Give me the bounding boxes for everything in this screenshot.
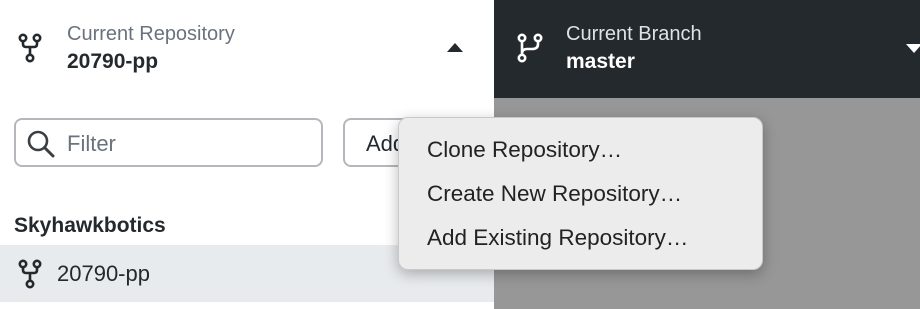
current-repository-toggle[interactable]: Current Repository 20790-pp (0, 0, 494, 98)
branch-caption: Current Branch (566, 23, 702, 45)
app-window: Current Repository 20790-pp Filter Add S… (0, 0, 920, 309)
branch-name: master (566, 50, 635, 73)
repository-name: 20790-pp (67, 50, 159, 73)
menu-item-add-existing-repository[interactable]: Add Existing Repository… (399, 218, 762, 258)
search-icon (27, 130, 55, 158)
git-branch-icon (517, 33, 543, 63)
repository-group-header: Skyhawkbotics (14, 214, 166, 237)
add-repository-menu: Clone Repository… Create New Repository…… (398, 117, 763, 270)
repository-caption: Current Repository (67, 23, 235, 45)
menu-item-clone-repository[interactable]: Clone Repository… (399, 130, 762, 170)
current-branch-toggle[interactable]: Current Branch master (494, 0, 920, 98)
repo-icon (18, 33, 42, 63)
menu-item-create-new-repository[interactable]: Create New Repository… (399, 174, 762, 214)
repository-item-label: 20790-pp (57, 261, 150, 286)
filter-placeholder: Filter (67, 131, 116, 156)
filter-input[interactable]: Filter (14, 118, 323, 167)
caret-down-icon (906, 44, 920, 53)
repo-icon (18, 259, 42, 289)
caret-up-icon (447, 43, 463, 52)
